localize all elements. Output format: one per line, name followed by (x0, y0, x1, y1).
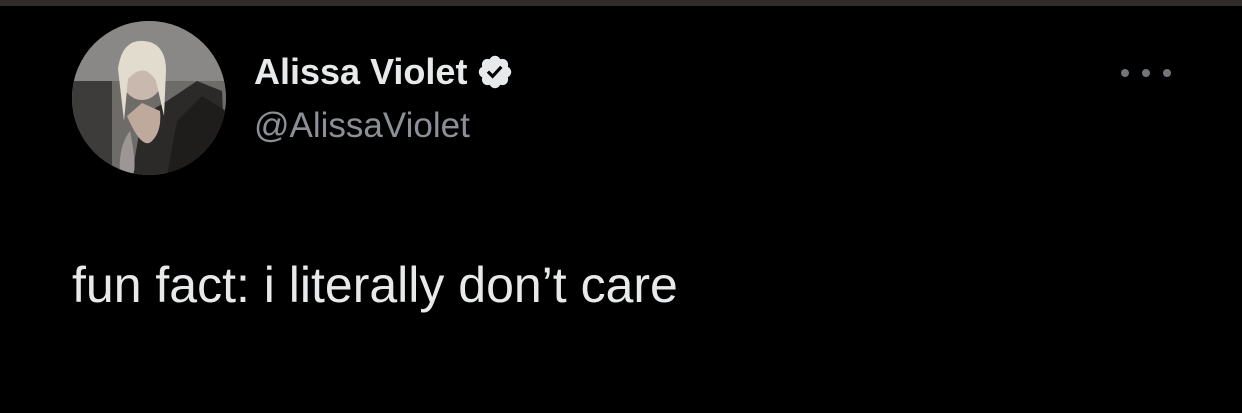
top-divider (0, 0, 1242, 6)
tweet-card: Alissa Violet @AlissaViolet fun fact: i … (0, 0, 1242, 413)
verified-badge-icon (479, 55, 512, 89)
display-name[interactable]: Alissa Violet (254, 48, 467, 96)
author-handle[interactable]: @AlissaViolet (254, 104, 470, 148)
avatar-photo-icon (72, 21, 226, 175)
avatar[interactable] (72, 21, 226, 175)
more-options-icon (1121, 69, 1129, 77)
more-options-button[interactable] (1121, 62, 1171, 84)
more-options-icon (1163, 69, 1171, 77)
tweet-text: fun fact: i literally don’t care (72, 257, 678, 313)
more-options-icon (1142, 69, 1150, 77)
author-name-row[interactable]: Alissa Violet (254, 48, 514, 96)
